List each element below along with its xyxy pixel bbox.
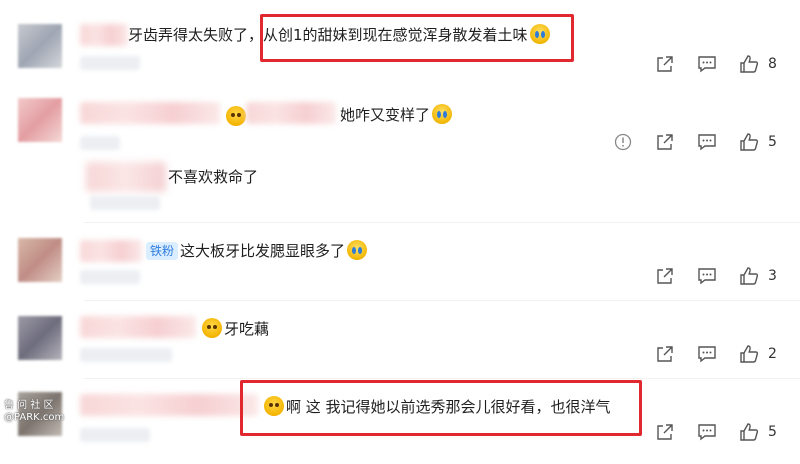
comment-actions: 2: [644, 342, 786, 366]
username-redacted[interactable]: [80, 24, 128, 46]
thumbs-up-icon: [740, 55, 759, 73]
share-icon: [657, 346, 673, 362]
like-button[interactable]: [728, 52, 770, 76]
timestamp-redacted: [80, 270, 140, 284]
comment-icon: [698, 56, 716, 73]
fan-badge: 铁粉: [146, 242, 179, 260]
divider: [84, 300, 800, 301]
thumbs-up-icon: [740, 345, 759, 363]
share-button[interactable]: [644, 264, 686, 288]
comment-icon: [698, 424, 716, 441]
comment-icon: [698, 134, 716, 151]
like-button[interactable]: [728, 130, 770, 154]
share-button[interactable]: [644, 52, 686, 76]
comment-icon: [698, 346, 716, 363]
comment-text: 铁粉 这大板牙比发腮显眼多了: [146, 240, 369, 262]
comment-actions: 8: [644, 52, 786, 76]
report-button[interactable]: [602, 130, 644, 154]
highlight-box: [240, 380, 642, 436]
laugh-cry-emoji-icon: [432, 104, 453, 124]
username-redacted[interactable]: [80, 102, 220, 124]
thumbs-up-icon: [740, 267, 759, 285]
avatar[interactable]: [18, 238, 62, 282]
laugh-cry-emoji-icon: [347, 240, 368, 260]
timestamp-redacted: [90, 196, 160, 210]
share-button[interactable]: [644, 130, 686, 154]
like-count: 5: [768, 424, 777, 440]
comment-feed: { "colors": { "highlight": "#e0282e", "b…: [0, 0, 800, 464]
watermark: 鲁 问 社 区 @PARK.com: [4, 400, 65, 423]
comment-text: 她咋又变样了: [340, 104, 454, 126]
comment-button[interactable]: [686, 342, 728, 366]
avatar[interactable]: [18, 24, 62, 68]
avatar[interactable]: [18, 316, 62, 360]
report-icon: [614, 133, 632, 151]
comment-actions: 3: [644, 264, 786, 288]
emoji-icon: [202, 318, 222, 338]
username-redacted[interactable]: [80, 316, 196, 338]
comment-button[interactable]: [686, 264, 728, 288]
username-redacted[interactable]: [80, 394, 258, 416]
like-count: 2: [768, 346, 777, 362]
share-icon: [657, 424, 673, 440]
share-button[interactable]: [644, 420, 686, 444]
thumbs-up-icon: [740, 423, 759, 441]
timestamp-redacted: [80, 348, 172, 362]
comment-button[interactable]: [686, 130, 728, 154]
divider: [84, 378, 800, 379]
like-button[interactable]: [728, 264, 770, 288]
comment-button[interactable]: [686, 52, 728, 76]
share-icon: [657, 56, 673, 72]
like-button[interactable]: [728, 342, 770, 366]
share-icon: [657, 268, 673, 284]
username-redacted[interactable]: [80, 240, 142, 262]
divider: [84, 222, 800, 223]
share-button[interactable]: [644, 342, 686, 366]
avatar[interactable]: [18, 98, 62, 142]
emoji-icon: [226, 106, 246, 126]
reply-text: 不喜欢救命了: [168, 168, 259, 186]
timestamp-redacted: [80, 136, 120, 150]
like-count: 3: [768, 268, 777, 284]
highlight-box: [260, 14, 574, 62]
timestamp-redacted: [80, 428, 150, 442]
thumbs-up-icon: [740, 133, 759, 151]
username-redacted[interactable]: [246, 102, 336, 124]
like-count: 5: [768, 134, 777, 150]
like-count: 8: [768, 56, 777, 72]
reply-username-redacted[interactable]: [86, 162, 166, 192]
comment-button[interactable]: [686, 420, 728, 444]
timestamp-redacted: [80, 56, 140, 70]
comment-actions: 5: [644, 420, 786, 444]
share-icon: [657, 134, 673, 150]
comment-text: 牙吃藕: [200, 318, 269, 340]
comment-icon: [698, 268, 716, 285]
comment-actions: 5: [602, 130, 786, 154]
like-button[interactable]: [728, 420, 770, 444]
